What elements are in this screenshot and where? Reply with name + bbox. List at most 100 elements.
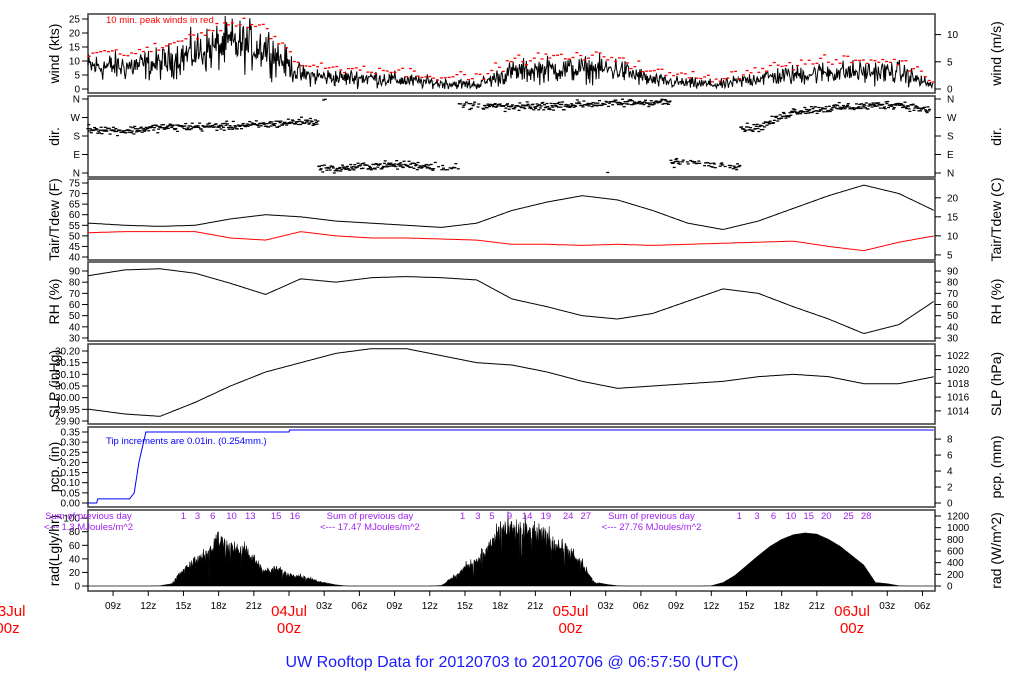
wind-direction-point (548, 108, 552, 111)
wind-peak-point (304, 65, 308, 67)
wind-peak-point (122, 54, 126, 57)
wind-peak-point (714, 78, 718, 80)
wind-direction-point (89, 132, 93, 134)
tair-right-axis-label: Tair/Tdew (C) (988, 177, 1004, 261)
wind-direction-point (420, 166, 424, 169)
wind-direction-point (802, 111, 806, 113)
wind-peak-point (416, 75, 420, 77)
precipitation-annotation: Tip increments are 0.01in. (0.254mm.) (106, 436, 267, 447)
wind-peak-point (834, 59, 838, 61)
wind-peak-point (168, 43, 172, 45)
wind-direction-point (133, 125, 137, 128)
wind-peak-point (490, 69, 494, 72)
slp-left-tick-label: 30.00 (55, 393, 80, 404)
tair-right-tick-label: 20 (947, 193, 959, 204)
wind-direction-point (697, 160, 701, 162)
wind-direction-point (234, 126, 238, 128)
hour-marker: 5 (489, 511, 494, 522)
air-temperature-line (88, 184, 934, 230)
wind-direction-point (755, 123, 759, 126)
wind-direction-point (559, 106, 563, 108)
wind-peak-point (575, 52, 579, 54)
wind-peak-point (103, 49, 107, 52)
wind-peak-point (606, 59, 610, 61)
wind-peak-point (877, 61, 881, 63)
wind-peak-point (339, 69, 343, 71)
wind-peak-point (482, 78, 486, 81)
wind-direction-point (575, 99, 579, 101)
wind-direction-point (454, 163, 458, 165)
wind-peak-point (432, 77, 436, 79)
wind-direction-point (463, 103, 467, 105)
wind-direction-point (246, 125, 250, 127)
wind-peak-point (269, 37, 273, 40)
wind-direction-point (621, 102, 625, 105)
wind-direction-point (359, 164, 363, 166)
wind-direction-point (845, 104, 849, 106)
wind-direction-point (114, 127, 118, 130)
wind-direction-point (321, 171, 325, 173)
wind-direction-point (340, 168, 344, 170)
wind-direction-point (770, 115, 774, 117)
wind-direction-point (105, 130, 109, 132)
wind-direction-point (461, 106, 465, 108)
wind-direction-point (713, 167, 717, 169)
wind-peak-point (536, 52, 540, 54)
wind-direction-point (577, 101, 581, 103)
rh-right-tick-label: 70 (947, 289, 959, 300)
wind-direction-point (100, 132, 104, 135)
wind-peak-point (625, 62, 629, 64)
wind-direction-point (217, 126, 221, 128)
wind-direction-point (923, 106, 927, 108)
wind-direction-point (649, 100, 653, 102)
wind-right-tick-label: 5 (947, 57, 953, 68)
pcp-left-tick-label: 0.05 (61, 488, 81, 499)
wind-direction-point (653, 103, 657, 105)
wind-peak-point (734, 70, 738, 73)
slp-left-tick-label: 29.90 (55, 417, 80, 428)
weather-chart: wind (kts) wind (m/s) dir. dir. Tair/Tdew (F… (0, 13, 1004, 671)
hour-marker: 24 (563, 511, 574, 522)
wind-peak-point (265, 27, 269, 30)
wind-direction-point (596, 102, 600, 104)
wind-direction-point (928, 108, 932, 111)
wind-peak-point (447, 76, 451, 79)
x-tick-label: 15z (738, 601, 754, 612)
wind-left-tick-label: 25 (69, 15, 81, 26)
wind-direction-point (227, 128, 231, 130)
wind-direction-point (723, 165, 727, 168)
dir-left-tick-label: N (73, 95, 80, 106)
wind-direction-point (332, 172, 336, 174)
dir-left-tick-label: W (71, 113, 81, 124)
wind-direction-point (833, 106, 837, 108)
wind-direction-point (647, 105, 651, 108)
wind-direction-point (362, 162, 366, 164)
rh-left-tick-label: 90 (69, 267, 81, 278)
wind-direction-point (776, 120, 780, 122)
wind-direction-point (104, 129, 108, 131)
wind-peak-point (254, 25, 258, 28)
wind-direction-point (638, 100, 642, 103)
hour-marker: 6 (210, 511, 215, 522)
wind-annotation: 10 min. peak winds in red (106, 15, 214, 26)
wind-direction-point (549, 102, 553, 105)
rh-left-tick-label: 30 (69, 334, 81, 345)
wind-direction-point (440, 169, 444, 171)
pcp-right-axis-label: pcp. (mm) (988, 436, 1004, 499)
wind-direction-point (562, 109, 566, 111)
wind-peak-point (327, 67, 331, 69)
wind-direction-point (836, 104, 840, 107)
wind-direction-point (855, 103, 859, 105)
wind-direction-point (790, 111, 794, 114)
wind-direction-point (630, 100, 634, 102)
wind-peak-point (888, 61, 892, 64)
wind-peak-point (207, 29, 211, 31)
wind-direction-point (813, 106, 817, 108)
tair-left-tick-label: 60 (69, 210, 81, 221)
wind-direction-point (566, 104, 570, 106)
wind-direction-point (143, 129, 147, 131)
wind-direction-point (666, 103, 670, 105)
wind-peak-point (381, 69, 385, 72)
wind-peak-point (354, 67, 358, 69)
wind-peak-point (196, 38, 200, 40)
